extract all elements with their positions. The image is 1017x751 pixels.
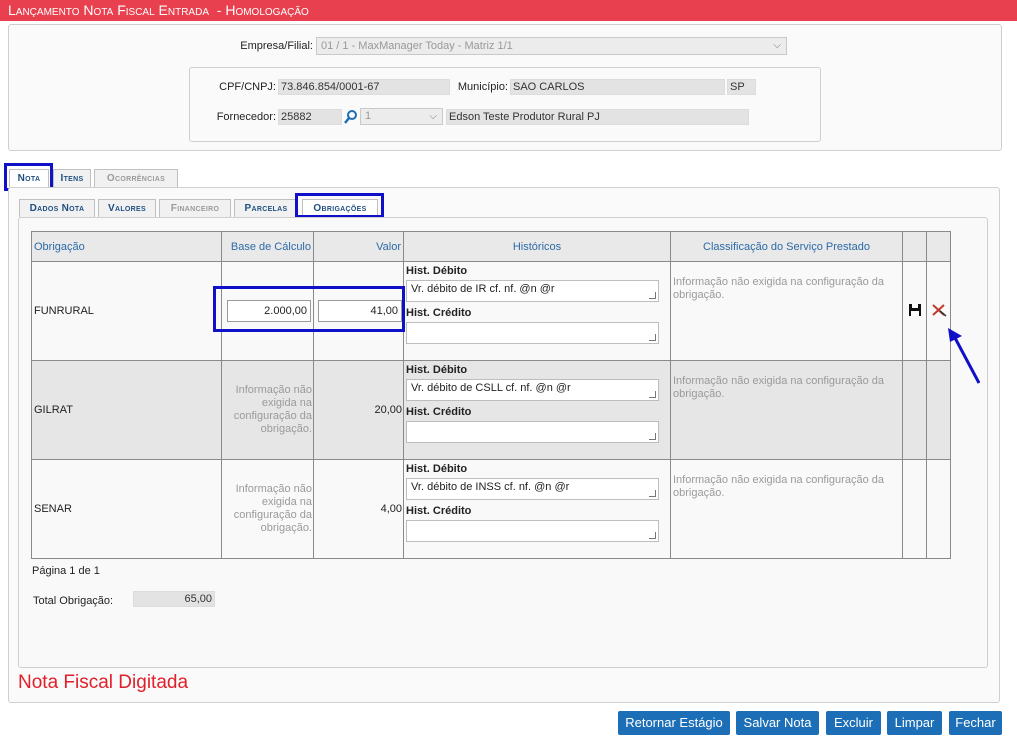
fornecedor-seq-select[interactable]: 1 ⌵ [360, 108, 443, 125]
chevron-down-icon: ⌵ [429, 111, 437, 122]
tab-financeiro: Financeiro [159, 199, 231, 217]
hist-debito-label: Hist. Débito [406, 463, 468, 475]
retornar-estagio-button[interactable]: Retornar Estágio [618, 711, 730, 735]
tab-dados-nota[interactable]: Dados Nota [19, 199, 95, 217]
municipio-field: SAO CARLOS [510, 79, 725, 95]
hist-credito-label: Hist. Crédito [406, 307, 472, 319]
classificacao-info: Informação não exigida na configuração d… [673, 375, 884, 400]
fornecedor-label: Fornecedor: [216, 111, 276, 123]
chevron-down-icon: ⌵ [773, 40, 781, 51]
cpf-field: 73.846.854/0001-67 [278, 79, 450, 95]
window-title-bar: Lançamento Nota Fiscal Entrada - Homolog… [0, 0, 1017, 21]
cell-historicos: Hist. Débito Vr. débito de IR cf. nf. @n… [403, 261, 671, 361]
cell-historicos: Hist. Débito Vr. débito de INSS cf. nf. … [403, 459, 671, 559]
hist-debito-textarea[interactable]: Vr. débito de CSLL cf. nf. @n @r [406, 379, 659, 401]
total-label: Total Obrigação: [33, 595, 114, 607]
pagination-text: Página 1 de 1 [32, 565, 100, 577]
hist-debito-textarea[interactable]: Vr. débito de INSS cf. nf. @n @r [406, 478, 659, 500]
valor-input[interactable]: 41,00 [318, 300, 402, 322]
hist-credito-textarea[interactable] [406, 421, 659, 443]
obrigacoes-grid: Obrigação Base de Cálculo Valor Históric… [31, 231, 951, 559]
cell-obrigacao: FUNRURAL [31, 261, 222, 361]
hist-credito-label: Hist. Crédito [406, 406, 472, 418]
cell-save [902, 261, 927, 361]
status-text: Nota Fiscal Digitada [18, 672, 189, 693]
fornecedor-code-field: 25882 [278, 109, 342, 125]
total-field: 65,00 [133, 591, 215, 607]
col-action-cancel [926, 231, 951, 262]
uf-field: SP [727, 79, 756, 95]
table-row[interactable]: GILRAT Informação não exigida na configu… [31, 360, 951, 460]
cell-cancel [926, 459, 951, 559]
cell-base: Informação não exigida na configuração d… [221, 360, 314, 460]
cell-base: Informação não exigida na configuração d… [221, 459, 314, 559]
cpf-label: CPF/CNPJ: [219, 81, 276, 93]
hist-credito-label: Hist. Crédito [406, 505, 472, 517]
col-classificacao[interactable]: Classificação do Serviço Prestado [670, 231, 903, 262]
window-title: Lançamento Nota Fiscal Entrada [8, 2, 209, 18]
cell-classificacao: Informação não exigida na configuração d… [670, 459, 903, 559]
cell-classificacao: Informação não exigida na configuração d… [670, 360, 903, 460]
tab-obrigacoes[interactable]: Obrigações [302, 199, 378, 217]
fornecedor-seq-value: 1 [365, 110, 372, 122]
tab-itens[interactable]: Itens [53, 169, 91, 187]
base-input[interactable]: 2.000,00 [227, 300, 311, 322]
col-base-calculo[interactable]: Base de Cálculo [221, 231, 314, 262]
col-action-save [902, 231, 927, 262]
hist-debito-textarea[interactable]: Vr. débito de IR cf. nf. @n @r [406, 280, 659, 302]
fechar-button[interactable]: Fechar [949, 711, 1002, 735]
col-obrigacao[interactable]: Obrigação [31, 231, 222, 262]
salvar-nota-button[interactable]: Salvar Nota [736, 711, 819, 735]
classificacao-info: Informação não exigida na configuração d… [673, 474, 884, 499]
cell-valor: 41,00 [313, 261, 404, 361]
arrow-annotation [944, 326, 984, 386]
hist-credito-textarea[interactable] [406, 322, 659, 344]
tab-ocorrencias: Ocorrências [94, 169, 178, 187]
cell-valor: 20,00 [313, 360, 404, 460]
empresa-select[interactable]: 01 / 1 - MaxManager Today - Matriz 1/1 ⌵ [316, 37, 787, 55]
limpar-button[interactable]: Limpar [887, 711, 942, 735]
cell-historicos: Hist. Débito Vr. débito de CSLL cf. nf. … [403, 360, 671, 460]
cell-classificacao: Informação não exigida na configuração d… [670, 261, 903, 361]
cell-save [902, 360, 927, 460]
hist-debito-label: Hist. Débito [406, 364, 468, 376]
hist-credito-textarea[interactable] [406, 520, 659, 542]
cell-valor: 4,00 [313, 459, 404, 559]
empresa-value: 01 / 1 - MaxManager Today - Matriz 1/1 [321, 40, 513, 52]
cell-save [902, 459, 927, 559]
table-row[interactable]: SENAR Informação não exigida na configur… [31, 459, 951, 559]
fornecedor-name-field: Edson Teste Produtor Rural PJ [446, 109, 749, 125]
cancel-edit-icon[interactable] [931, 303, 947, 317]
hist-debito-label: Hist. Débito [406, 265, 468, 277]
base-info: Informação não exigida na configuração d… [233, 483, 312, 534]
col-historicos[interactable]: Históricos [403, 231, 671, 262]
table-row[interactable]: FUNRURAL 2.000,00 41,00 Hist. Débito Vr.… [31, 261, 951, 361]
cell-base: 2.000,00 [221, 261, 314, 361]
excluir-button[interactable]: Excluir [826, 711, 881, 735]
base-info: Informação não exigida na configuração d… [233, 384, 312, 435]
save-icon[interactable] [908, 303, 922, 317]
tab-valores[interactable]: Valores [98, 199, 156, 217]
col-valor[interactable]: Valor [313, 231, 404, 262]
environment-label: - Homologação [216, 2, 309, 18]
cell-obrigacao: GILRAT [31, 360, 222, 460]
municipio-label: Município: [457, 81, 508, 93]
empresa-label: Empresa/Filial: [240, 40, 313, 52]
cell-obrigacao: SENAR [31, 459, 222, 559]
tab-nota[interactable]: Nota [9, 169, 49, 187]
search-icon[interactable] [344, 109, 358, 125]
classificacao-info: Informação não exigida na configuração d… [673, 276, 884, 301]
tab-parcelas[interactable]: Parcelas [234, 199, 298, 217]
